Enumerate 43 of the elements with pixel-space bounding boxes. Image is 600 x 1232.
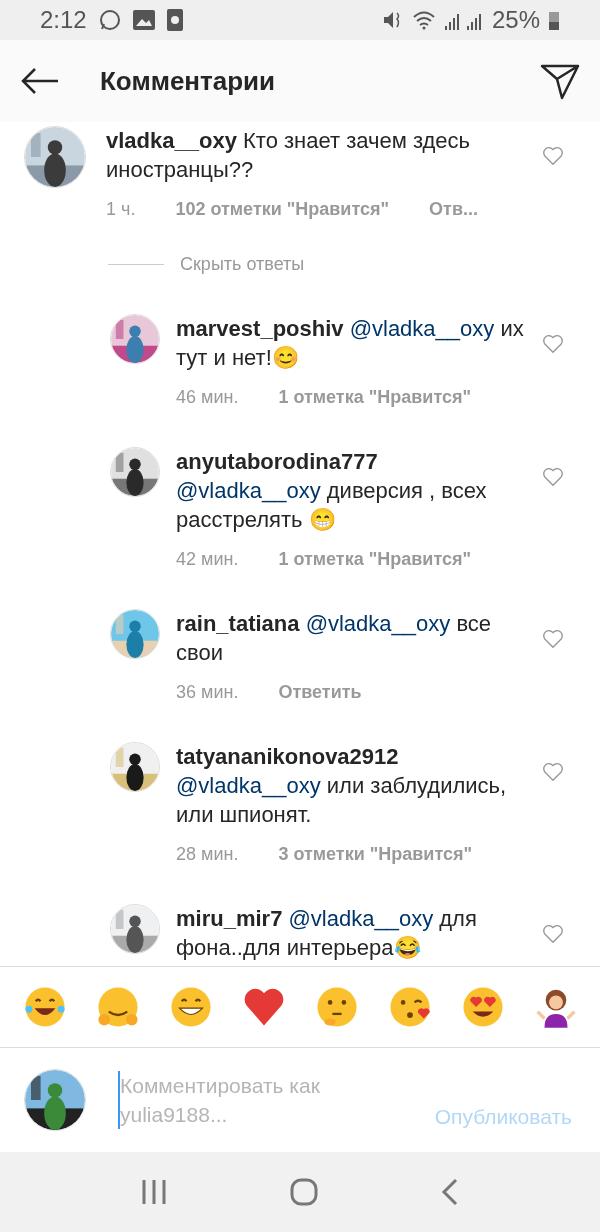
battery-percent: 25% [491,5,540,35]
comment-text: rain_tatiana @vladka__oxy все свои [176,610,493,667]
home-icon[interactable] [290,1178,318,1206]
send-icon[interactable] [540,62,580,100]
mention-link[interactable]: @vladka__oxy [176,773,321,798]
mention-link[interactable]: @vladka__oxy [288,906,434,931]
comment-text: miru_mir7 @vladka__oxy для фона..для интерьера😂 [176,905,478,962]
mention-link[interactable]: @vladka__oxy [349,316,495,341]
likes-count[interactable]: 102 отметки "Нравится" [175,196,390,223]
recent-apps-icon[interactable] [141,1179,168,1205]
heart-icon[interactable] [542,762,564,782]
chat-icon [98,9,121,31]
heart-icon[interactable] [542,924,564,944]
status-time: 2:12 [40,5,87,35]
reply-button[interactable]: Ответить [278,679,362,706]
mention-link[interactable]: @vladka__oxy [305,611,451,636]
comment-text: vladka__oxy Кто знает зачем здесь иностранцы?? [106,127,472,184]
comment-time: 28 мин. [176,843,239,866]
likes-count[interactable]: 3 отметки "Нравится" [278,841,473,868]
likes-count[interactable]: 1 отметка "Нравится" [278,546,471,573]
image-icon [132,10,155,30]
heart-icon[interactable] [542,629,564,649]
comment-text: marvest_poshiv @vladka__oxy их тут и нет!😊 [176,315,525,372]
likes-count[interactable]: 1 отметка "Нравится" [278,384,471,411]
comment-time: 36 мин. [176,681,239,704]
back-arrow-icon[interactable] [20,66,60,96]
battery-icon [548,10,560,30]
publish-button[interactable]: Опубликовать [434,1100,572,1132]
comment-time: 42 мин. [176,548,239,571]
heart-icon[interactable] [542,146,564,166]
comment-text: anyutaborodina777 @vladka__oxy диверсия , всех расстрелять 😁 [176,448,488,534]
comment-input[interactable]: Комментировать как yulia9188... [118,1071,403,1129]
back-icon[interactable] [440,1178,459,1206]
comment-text: tatyananikonova2912 @vladka__oxy или заблудились, или шпионят. [176,743,508,829]
heart-icon[interactable] [542,334,564,354]
page-title: Комментарии [100,64,277,98]
mention-link[interactable]: @vladka__oxy [176,478,321,503]
wifi-icon [411,10,436,30]
comment-time: 1 ч. [106,198,136,221]
comment-time: 46 мин. [176,386,239,409]
hide-replies-button[interactable]: Скрыть ответы [180,251,305,278]
heart-icon[interactable] [542,467,564,487]
reply-button[interactable]: Отв... [429,196,478,223]
